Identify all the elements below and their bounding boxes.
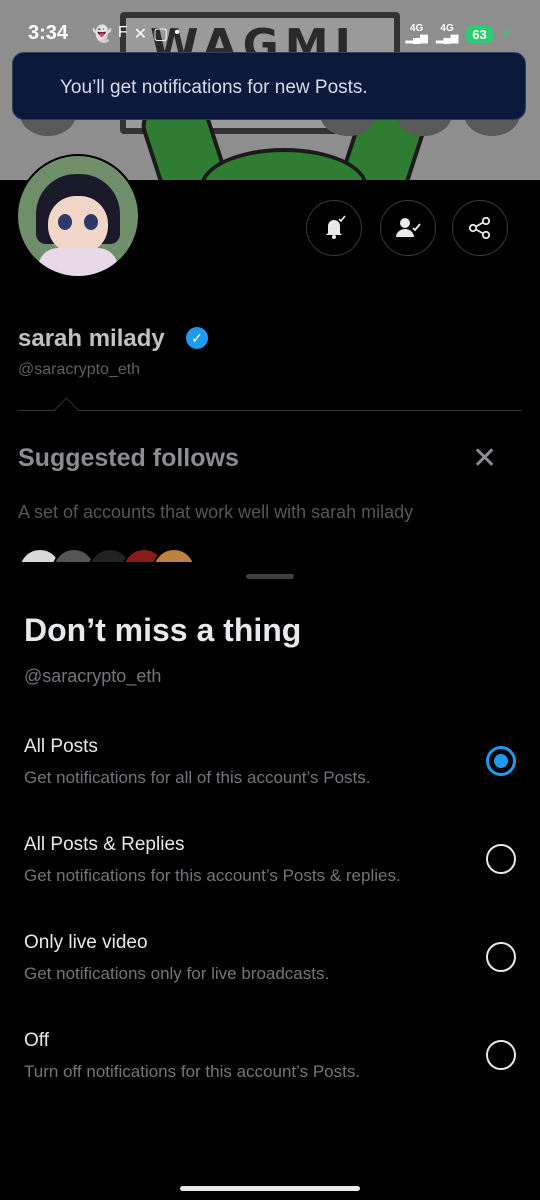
suggested-follows-description: A set of accounts that work well with sa… xyxy=(18,502,414,522)
option-title: All Posts & Replies xyxy=(24,834,185,855)
home-indicator[interactable] xyxy=(180,1186,360,1191)
status-time: 3:34 xyxy=(28,22,69,44)
sheet-title: Don’t miss a thing xyxy=(24,612,302,648)
screenshot-icon: ▢ xyxy=(153,26,169,43)
x-app-icon: ✕ xyxy=(133,26,148,43)
option-all-posts[interactable]: All Posts Get notifications for all of t… xyxy=(0,736,540,826)
charging-bolt-icon: ⚡ xyxy=(500,26,512,43)
display-name: sarah milady xyxy=(18,325,165,352)
suggested-follows-title: Suggested follows xyxy=(18,444,239,472)
battery-level: 63 xyxy=(466,25,493,43)
option-title: All Posts xyxy=(24,736,98,757)
option-description: Get notifications for all of this accoun… xyxy=(24,768,371,787)
option-description: Turn off notifications for this account’… xyxy=(24,1062,361,1081)
option-off[interactable]: Off Turn off notifications for this acco… xyxy=(0,1030,540,1120)
verified-badge-icon[interactable]: ✓ xyxy=(186,327,208,349)
snapchat-icon: 👻 xyxy=(92,26,112,43)
notification-bell-check-icon xyxy=(326,215,346,239)
banner-character-head xyxy=(200,148,368,180)
radio-unselected[interactable] xyxy=(486,844,516,874)
sheet-handle: @saracrypto_eth xyxy=(24,666,162,686)
radio-unselected[interactable] xyxy=(486,1040,516,1070)
radio-unselected[interactable] xyxy=(486,942,516,972)
dot-icon: • xyxy=(174,24,180,41)
avatar-eye-left xyxy=(58,214,72,230)
toast-message: You’ll get notifications for new Posts. xyxy=(60,77,368,98)
sheet-drag-handle[interactable] xyxy=(246,574,294,579)
suggestion-pointer xyxy=(54,397,79,422)
option-only-live-video[interactable]: Only live video Get notifications only f… xyxy=(0,932,540,1022)
signal-2-bars-icon: ▂▄▆ xyxy=(435,33,459,44)
option-title: Only live video xyxy=(24,932,148,953)
notification-bottom-sheet: Don’t miss a thing @saracrypto_eth All P… xyxy=(0,562,540,1200)
avatar-face xyxy=(48,196,108,254)
status-app-icons: 👻 F ✕ ▢ • xyxy=(92,24,180,44)
option-all-posts-replies[interactable]: All Posts & Replies Get notifications fo… xyxy=(0,834,540,924)
signal-2-icon: 4G ▂▄▆ xyxy=(436,24,458,44)
option-description: Get notifications for this account’s Pos… xyxy=(24,866,401,885)
option-title: Off xyxy=(24,1030,49,1051)
following-person-check-icon xyxy=(396,218,421,237)
avatar[interactable] xyxy=(16,154,140,278)
notification-toast: You’ll get notifications for new Posts. xyxy=(12,52,526,120)
f-app-icon: F xyxy=(117,24,128,41)
option-description: Get notifications only for live broadcas… xyxy=(24,964,330,983)
share-icon xyxy=(468,216,491,240)
close-icon[interactable]: ✕ xyxy=(472,444,497,474)
divider xyxy=(18,410,522,411)
notification-settings-button[interactable] xyxy=(306,200,362,256)
radio-selected[interactable] xyxy=(486,746,516,776)
share-button[interactable] xyxy=(452,200,508,256)
signal-1-icon: 4G ▂▄▆ xyxy=(405,24,427,44)
profile-section: sarah milady ✓ @saracrypto_eth Suggested… xyxy=(0,154,540,592)
status-right: 4G ▂▄▆ 4G ▂▄▆ 63 ⚡ xyxy=(405,24,512,44)
avatar-shirt xyxy=(38,248,118,276)
avatar-eye-right xyxy=(84,214,98,230)
profile-handle: @saracrypto_eth xyxy=(18,361,141,378)
following-button[interactable] xyxy=(380,200,436,256)
signal-1-bars-icon: ▂▄▆ xyxy=(405,33,428,44)
